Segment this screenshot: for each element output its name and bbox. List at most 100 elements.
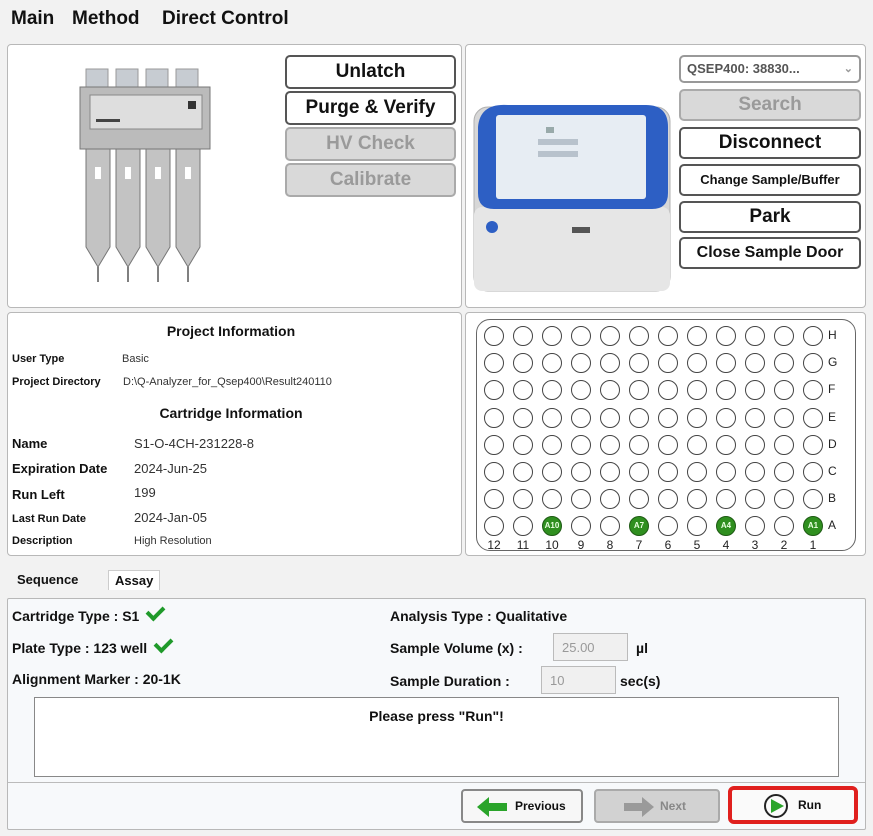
well-F2[interactable] xyxy=(774,380,794,401)
unlatch-button[interactable]: Unlatch xyxy=(285,55,456,89)
well-A11[interactable] xyxy=(513,516,533,537)
tab-direct-control[interactable]: Direct Control xyxy=(162,8,289,30)
well-B7[interactable] xyxy=(629,489,649,510)
tab-assay[interactable]: Assay xyxy=(108,570,161,590)
well-E3[interactable] xyxy=(745,407,765,428)
well-F11[interactable] xyxy=(513,380,533,401)
well-D5[interactable] xyxy=(687,434,707,455)
well-G2[interactable] xyxy=(774,353,794,374)
well-G10[interactable] xyxy=(542,353,562,374)
well-F3[interactable] xyxy=(745,380,765,401)
well-B3[interactable] xyxy=(745,489,765,510)
well-D6[interactable] xyxy=(658,434,678,455)
well-C7[interactable] xyxy=(629,462,649,482)
well-B6[interactable] xyxy=(658,489,678,510)
hv-check-button[interactable]: HV Check xyxy=(285,127,456,161)
well-D4[interactable] xyxy=(716,434,736,455)
well-H4[interactable] xyxy=(716,326,736,346)
well-F6[interactable] xyxy=(658,380,678,401)
well-B8[interactable] xyxy=(600,489,620,510)
well-G3[interactable] xyxy=(745,353,765,374)
well-G6[interactable] xyxy=(658,353,678,374)
next-button[interactable]: Next xyxy=(594,789,720,823)
well-C4[interactable] xyxy=(716,462,736,482)
well-D8[interactable] xyxy=(600,434,620,455)
well-H12[interactable] xyxy=(484,326,504,346)
sample-volume-input[interactable] xyxy=(553,633,628,661)
well-A10[interactable]: A10 xyxy=(542,516,562,537)
well-B1[interactable] xyxy=(803,489,823,510)
well-B9[interactable] xyxy=(571,489,591,510)
search-button[interactable]: Search xyxy=(679,89,861,121)
well-C2[interactable] xyxy=(774,462,794,482)
well-G1[interactable] xyxy=(803,353,823,374)
well-B12[interactable] xyxy=(484,489,504,510)
well-F9[interactable] xyxy=(571,380,591,401)
well-A9[interactable] xyxy=(571,516,591,537)
well-A5[interactable] xyxy=(687,516,707,537)
well-E12[interactable] xyxy=(484,407,504,428)
well-E6[interactable] xyxy=(658,407,678,428)
well-H9[interactable] xyxy=(571,326,591,346)
well-E9[interactable] xyxy=(571,407,591,428)
well-H7[interactable] xyxy=(629,326,649,346)
well-C6[interactable] xyxy=(658,462,678,482)
well-F5[interactable] xyxy=(687,380,707,401)
park-button[interactable]: Park xyxy=(679,201,861,233)
well-F1[interactable] xyxy=(803,380,823,401)
well-G8[interactable] xyxy=(600,353,620,374)
well-E10[interactable] xyxy=(542,407,562,428)
calibrate-button[interactable]: Calibrate xyxy=(285,163,456,197)
well-F8[interactable] xyxy=(600,380,620,401)
disconnect-button[interactable]: Disconnect xyxy=(679,127,861,159)
well-E8[interactable] xyxy=(600,407,620,428)
well-C8[interactable] xyxy=(600,462,620,482)
well-E5[interactable] xyxy=(687,407,707,428)
well-F7[interactable] xyxy=(629,380,649,401)
device-selector[interactable]: QSEP400: 38830... ⌄ xyxy=(679,55,861,83)
well-A1[interactable]: A1 xyxy=(803,516,823,537)
close-sample-door-button[interactable]: Close Sample Door xyxy=(679,237,861,269)
well-B5[interactable] xyxy=(687,489,707,510)
well-H8[interactable] xyxy=(600,326,620,346)
well-F4[interactable] xyxy=(716,380,736,401)
well-D2[interactable] xyxy=(774,434,794,455)
well-H6[interactable] xyxy=(658,326,678,346)
well-D12[interactable] xyxy=(484,434,504,455)
well-H2[interactable] xyxy=(774,326,794,346)
well-C11[interactable] xyxy=(513,462,533,482)
well-G4[interactable] xyxy=(716,353,736,374)
well-A2[interactable] xyxy=(774,516,794,537)
run-button[interactable]: Run xyxy=(728,786,858,824)
well-H1[interactable] xyxy=(803,326,823,346)
change-sample-buffer-button[interactable]: Change Sample/Buffer xyxy=(679,164,861,196)
well-A3[interactable] xyxy=(745,516,765,537)
tab-method[interactable]: Method xyxy=(72,8,140,30)
well-F12[interactable] xyxy=(484,380,504,401)
well-C10[interactable] xyxy=(542,462,562,482)
well-G7[interactable] xyxy=(629,353,649,374)
well-E1[interactable] xyxy=(803,407,823,428)
well-A8[interactable] xyxy=(600,516,620,537)
well-C1[interactable] xyxy=(803,462,823,482)
tab-main[interactable]: Main xyxy=(11,8,54,30)
well-C9[interactable] xyxy=(571,462,591,482)
well-F10[interactable] xyxy=(542,380,562,401)
well-C5[interactable] xyxy=(687,462,707,482)
well-G9[interactable] xyxy=(571,353,591,374)
well-A7[interactable]: A7 xyxy=(629,516,649,537)
well-D11[interactable] xyxy=(513,434,533,455)
well-B11[interactable] xyxy=(513,489,533,510)
well-D9[interactable] xyxy=(571,434,591,455)
purge-verify-button[interactable]: Purge & Verify xyxy=(285,91,456,125)
well-A6[interactable] xyxy=(658,516,678,537)
sample-duration-input[interactable] xyxy=(541,666,616,694)
well-A4[interactable]: A4 xyxy=(716,516,736,537)
well-C12[interactable] xyxy=(484,462,504,482)
well-B10[interactable] xyxy=(542,489,562,510)
well-H5[interactable] xyxy=(687,326,707,346)
well-D3[interactable] xyxy=(745,434,765,455)
well-C3[interactable] xyxy=(745,462,765,482)
well-B4[interactable] xyxy=(716,489,736,510)
well-G5[interactable] xyxy=(687,353,707,374)
